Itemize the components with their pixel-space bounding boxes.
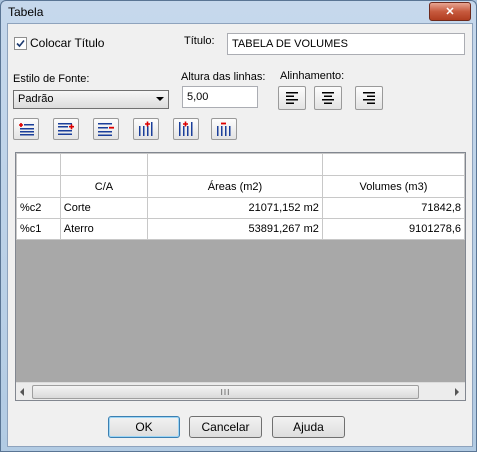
- table-cell[interactable]: Aterro: [59, 218, 149, 240]
- estilo-fonte-label: Estilo de Fonte:: [13, 73, 90, 85]
- titulo-label: Título:: [184, 35, 215, 47]
- alinhamento-label: Alinhamento:: [280, 70, 345, 82]
- table-row: %c1 Aterro 53891,267 m2 9101278,6: [16, 218, 465, 240]
- header-cell-ca[interactable]: C/A: [59, 175, 149, 198]
- table-cell[interactable]: 71842,8: [321, 197, 465, 219]
- scroll-right-icon[interactable]: [455, 388, 459, 396]
- table-dialog: Tabela ✕ Colocar Título Título: Estilo d…: [0, 0, 477, 452]
- align-right-button[interactable]: [355, 86, 383, 110]
- help-button-label: Ajuda: [293, 420, 324, 434]
- colocar-titulo-label: Colocar Título: [30, 36, 105, 50]
- header-cell-areas[interactable]: Áreas (m2): [147, 175, 323, 198]
- scroll-left-icon[interactable]: [20, 388, 24, 396]
- table-cell[interactable]: %c1: [16, 218, 61, 240]
- estilo-fonte-value: Padrão: [18, 93, 54, 105]
- header-cell[interactable]: [321, 153, 465, 176]
- align-right-icon: [363, 92, 375, 104]
- close-icon: ✕: [445, 6, 455, 18]
- align-center-button[interactable]: [314, 86, 342, 110]
- scroll-thumb[interactable]: III: [32, 385, 419, 399]
- titulo-input[interactable]: [227, 33, 465, 55]
- insert-row-below-icon: [58, 123, 74, 135]
- grip-icon: III: [220, 387, 231, 397]
- dialog-body: Colocar Título Título: Estilo de Fonte: …: [7, 23, 473, 447]
- align-left-icon: [286, 92, 298, 104]
- header-cell[interactable]: [59, 153, 149, 176]
- colocar-titulo-checkbox[interactable]: [14, 36, 27, 50]
- table: C/A Áreas (m2) Volumes (m3) %c2 Corte 21…: [16, 153, 465, 240]
- title-bar[interactable]: Tabela ✕: [1, 1, 476, 23]
- table-cell[interactable]: 9101278,6: [321, 218, 465, 240]
- delete-row-icon: [98, 123, 114, 136]
- table-grid[interactable]: C/A Áreas (m2) Volumes (m3) %c2 Corte 21…: [15, 152, 466, 401]
- insert-row-above-button[interactable]: [13, 118, 39, 140]
- table-header-row-blank: [16, 153, 465, 176]
- estilo-fonte-select[interactable]: Padrão: [13, 90, 169, 109]
- altura-linhas-input[interactable]: [182, 86, 258, 108]
- insert-column-icon: [139, 121, 153, 136]
- colocar-titulo-checkbox-row[interactable]: Colocar Título: [14, 36, 104, 50]
- table-cell[interactable]: Corte: [59, 197, 149, 219]
- table-cell[interactable]: 21071,152 m2: [147, 197, 323, 219]
- header-cell[interactable]: [16, 153, 61, 176]
- header-cell[interactable]: [147, 153, 323, 176]
- cancel-button-label: Cancelar: [201, 420, 250, 434]
- delete-column-button[interactable]: [211, 118, 237, 140]
- insert-column-left-button[interactable]: [173, 118, 199, 140]
- align-center-icon: [322, 92, 334, 104]
- delete-row-button[interactable]: [93, 118, 119, 140]
- altura-linhas-label: Altura das linhas:: [181, 71, 266, 83]
- help-button[interactable]: Ajuda: [272, 416, 345, 438]
- checkmark-icon: [16, 39, 25, 47]
- header-cell-volumes[interactable]: Volumes (m3): [321, 175, 465, 198]
- table-cell[interactable]: 53891,267 m2: [147, 218, 323, 240]
- align-left-button[interactable]: [278, 86, 306, 110]
- chevron-down-icon: [156, 97, 164, 101]
- insert-column-left-icon: [179, 121, 193, 136]
- header-cell[interactable]: [16, 175, 61, 198]
- window-title: Tabela: [8, 5, 44, 19]
- table-cell[interactable]: %c2: [16, 197, 61, 219]
- table-row: %c2 Corte 21071,152 m2 71842,8: [16, 197, 465, 219]
- insert-column-button[interactable]: [133, 118, 159, 140]
- cancel-button[interactable]: Cancelar: [189, 416, 262, 438]
- close-button[interactable]: ✕: [429, 2, 471, 21]
- insert-row-below-button[interactable]: [53, 118, 79, 140]
- ok-button[interactable]: OK: [108, 416, 180, 438]
- horizontal-scrollbar[interactable]: III: [16, 382, 465, 400]
- table-header-row: C/A Áreas (m2) Volumes (m3): [16, 175, 465, 198]
- ok-button-label: OK: [135, 420, 153, 434]
- delete-column-icon: [217, 122, 231, 136]
- insert-row-above-icon: [19, 123, 34, 136]
